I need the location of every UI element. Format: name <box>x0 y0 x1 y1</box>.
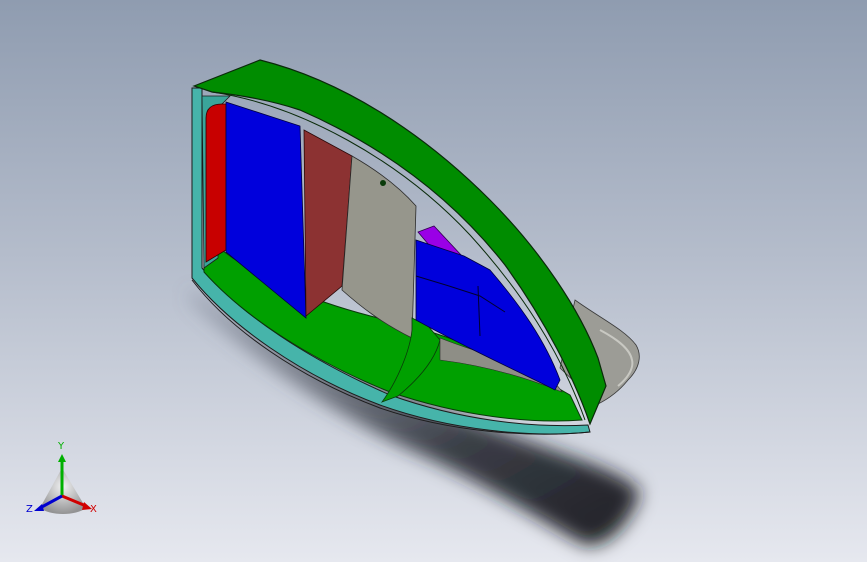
red-side-panel[interactable] <box>205 103 227 263</box>
y-axis-arrow <box>58 454 66 462</box>
hull-notch <box>380 180 386 186</box>
graphics-viewport[interactable]: Y X Z <box>0 0 867 562</box>
coordinate-triad[interactable]: Y X Z <box>22 442 106 524</box>
x-axis-label: X <box>90 504 97 515</box>
z-axis-label: Z <box>26 504 33 515</box>
grey-inner-wall[interactable] <box>341 155 417 339</box>
y-axis-label: Y <box>58 441 65 452</box>
3d-model-view[interactable] <box>0 0 867 562</box>
